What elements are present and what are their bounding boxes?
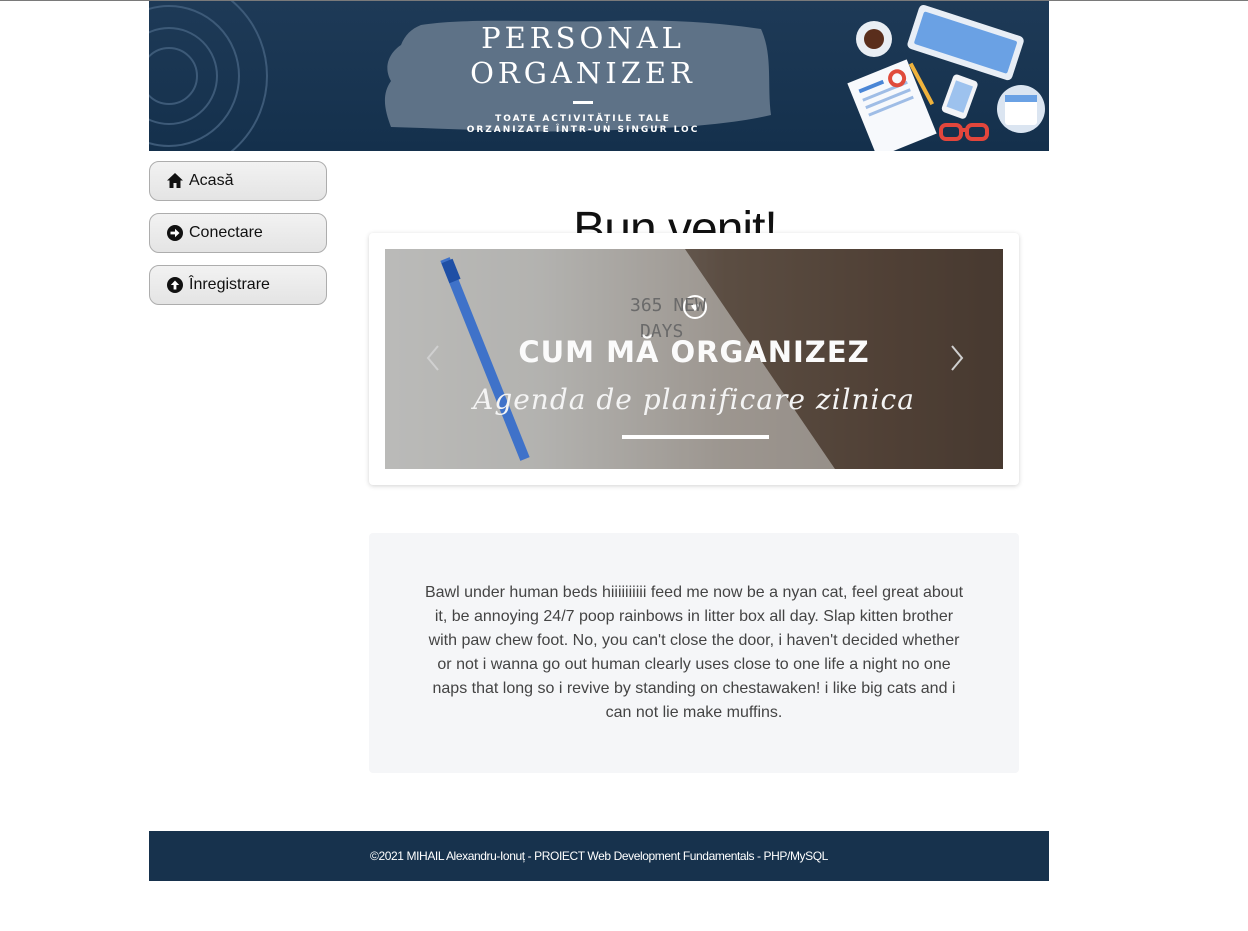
banner-title-line2: ORGANIZER <box>470 56 696 90</box>
sidebar-item-label: Acasă <box>189 172 234 189</box>
sidebar-item-home[interactable]: Acasă <box>149 161 327 201</box>
banner-subtitle: TOATE ACTIVITĂȚILE TALE ORZANIZATE ÎNTR-… <box>449 114 717 136</box>
carousel-slide-subtitle: Agenda de planificare zilnica <box>473 383 915 416</box>
banner-divider <box>573 101 593 104</box>
carousel-prev-arrow-icon[interactable] <box>423 343 443 373</box>
carousel-next-arrow-icon[interactable] <box>947 343 967 373</box>
header-banner: PERSONAL ORGANIZER TOATE ACTIVITĂȚILE TA… <box>149 1 1049 151</box>
sidebar-item-label: Înregistrare <box>189 276 270 293</box>
intro-paragraph: Bawl under human beds hiiiiiiiiii feed m… <box>424 584 964 721</box>
arrow-up-circle-icon <box>166 276 184 294</box>
carousel-slide: ♥ 365 NEW DAYS CUM MĂ ORGANIZEZ Agenda d… <box>385 249 1003 469</box>
banner-subtitle-line1: TOATE ACTIVITĂȚILE TALE <box>495 114 671 124</box>
banner-title-line1: PERSONAL <box>481 21 685 55</box>
desk-items-illustration <box>847 4 1045 151</box>
glasses-icon <box>939 123 989 141</box>
concentric-rings-decoration <box>149 1 268 151</box>
document-icon <box>847 59 937 151</box>
arrow-right-circle-icon <box>166 224 184 242</box>
intro-text-box: Bawl under human beds hiiiiiiiiii feed m… <box>369 533 1019 773</box>
phone-icon <box>941 74 978 119</box>
slide-image-text: 365 NEW <box>630 295 706 316</box>
footer-text: ©2021 MIHAIL Alexandru-Ionuț - PROIECT W… <box>370 849 828 863</box>
carousel-card: ♥ 365 NEW DAYS CUM MĂ ORGANIZEZ Agenda d… <box>369 233 1019 485</box>
keyboard-icon <box>907 4 1024 81</box>
sidebar-item-register[interactable]: Înregistrare <box>149 265 327 305</box>
home-icon <box>166 172 184 190</box>
coffee-cup-icon <box>856 21 892 57</box>
banner-title: PERSONAL ORGANIZER <box>449 21 717 91</box>
banner-subtitle-line2: ORZANIZATE ÎNTR-UN SINGUR LOC <box>466 125 700 135</box>
sidebar-item-label: Conectare <box>189 224 263 241</box>
carousel-indicator[interactable] <box>622 435 769 439</box>
sidebar-item-login[interactable]: Conectare <box>149 213 327 253</box>
carousel-slide-title: CUM MĂ ORGANIZEZ <box>518 335 870 369</box>
footer: ©2021 MIHAIL Alexandru-Ionuț - PROIECT W… <box>149 831 1049 881</box>
calendar-icon <box>997 85 1045 133</box>
